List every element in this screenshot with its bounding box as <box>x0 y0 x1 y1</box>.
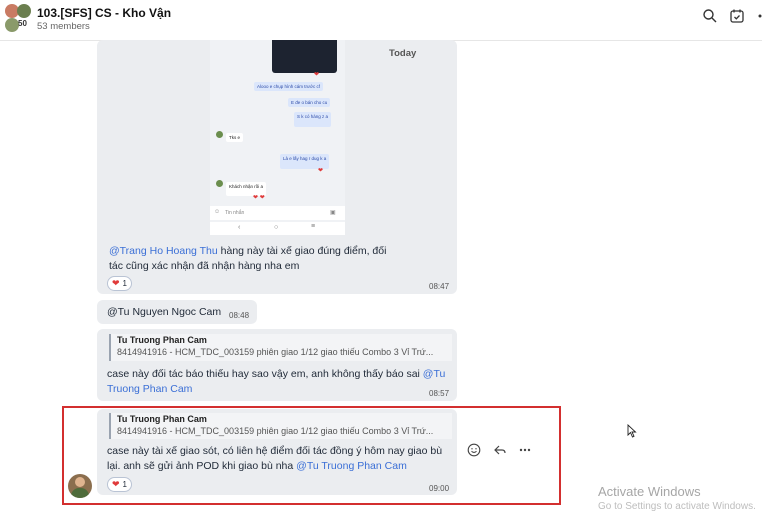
react-button[interactable] <box>466 442 482 458</box>
message-image[interactable]: ❤ Alooo e chụp hình cám trước cf E đe o … <box>210 40 345 235</box>
avatar <box>5 18 19 32</box>
mention-link[interactable]: Truong Phan Cam <box>107 383 192 395</box>
heart-icon: ❤ <box>112 278 120 288</box>
heart-icon: ❤ ❤ <box>253 195 265 201</box>
input-placeholder: Tin nhắn <box>225 210 245 216</box>
chat-line: S k có hàng z a <box>294 112 332 127</box>
message-text: @Trang Ho Hoang Thu hàng này tài xế giao… <box>109 244 449 274</box>
more-icon <box>519 448 531 452</box>
message-text-part: case này đối tác báo thiếu hay sao vậy e… <box>107 368 423 380</box>
mention-link[interactable]: @Tu <box>423 368 446 380</box>
highlight-box <box>62 406 561 505</box>
heart-icon: ❤ <box>318 168 324 174</box>
avatar-count: 50 <box>18 19 27 28</box>
mention-link[interactable]: @Trang Ho Hoang Thu <box>109 245 218 257</box>
avatar <box>216 180 223 187</box>
message-time: 08:47 <box>429 282 450 291</box>
emoji-icon <box>467 443 481 457</box>
quote-author: Tu Truong Phan Cam <box>117 335 207 345</box>
date-divider: Today <box>389 48 417 59</box>
emoji-icon: ☺ <box>214 209 221 215</box>
more-options-button[interactable] <box>517 442 533 458</box>
group-avatar[interactable]: 50 <box>5 4 31 32</box>
reply-quote[interactable]: Tu Truong Phan Cam 8414941916 - HCM_TDC_… <box>109 334 452 361</box>
watermark-subtitle: Go to Settings to activate Windows. <box>598 501 756 512</box>
mention-link[interactable]: @Tu Nguyen Ngoc Cam <box>107 305 221 320</box>
chat-header: 50 103.[SFS] CS - Kho Vận 53 members <box>0 0 762 41</box>
message-text-part: tác cũng xác nhận đã nhận hàng nha em <box>109 260 300 272</box>
cursor-icon <box>627 423 637 443</box>
message-time: 08:57 <box>429 389 450 398</box>
phone-nav-bar: ‹ ○ ≡ <box>210 222 345 235</box>
member-count[interactable]: 53 members <box>37 21 90 32</box>
image-thumbnail <box>272 40 337 73</box>
reaction-badge[interactable]: ❤ 1 <box>107 276 132 291</box>
quote-text: 8414941916 - HCM_TDC_003159 phiên giao 1… <box>117 347 434 357</box>
image-icon: ▣ <box>330 210 336 216</box>
avatar <box>216 131 223 138</box>
avatar <box>17 4 31 18</box>
reply-icon <box>494 445 506 455</box>
message-text: case này đối tác báo thiếu hay sao vậy e… <box>107 367 452 397</box>
phone-input-bar: Tin nhắn ☺ ▣ <box>210 206 345 220</box>
calendar-icon[interactable] <box>729 8 745 24</box>
heart-icon: ❤ <box>314 72 320 78</box>
reply-button[interactable] <box>492 442 508 458</box>
message-time: 08:48 <box>229 311 250 320</box>
more-icon[interactable] <box>754 8 762 24</box>
chat-line: Alooo e chụp hình cám trước cf <box>254 82 323 91</box>
group-title[interactable]: 103.[SFS] CS - Kho Vận <box>37 6 171 20</box>
reaction-count: 1 <box>122 279 127 288</box>
home-icon: ○ <box>274 224 279 231</box>
back-icon: ‹ <box>238 224 241 231</box>
chat-line: Tks e <box>226 133 244 142</box>
search-icon[interactable] <box>702 8 718 24</box>
chat-line: E đe o bán cho cu <box>288 98 331 107</box>
menu-icon: ≡ <box>311 223 316 230</box>
message-text-part: hàng này tài xế giao đúng điểm, đối <box>217 245 387 257</box>
watermark-title: Activate Windows <box>598 484 701 499</box>
